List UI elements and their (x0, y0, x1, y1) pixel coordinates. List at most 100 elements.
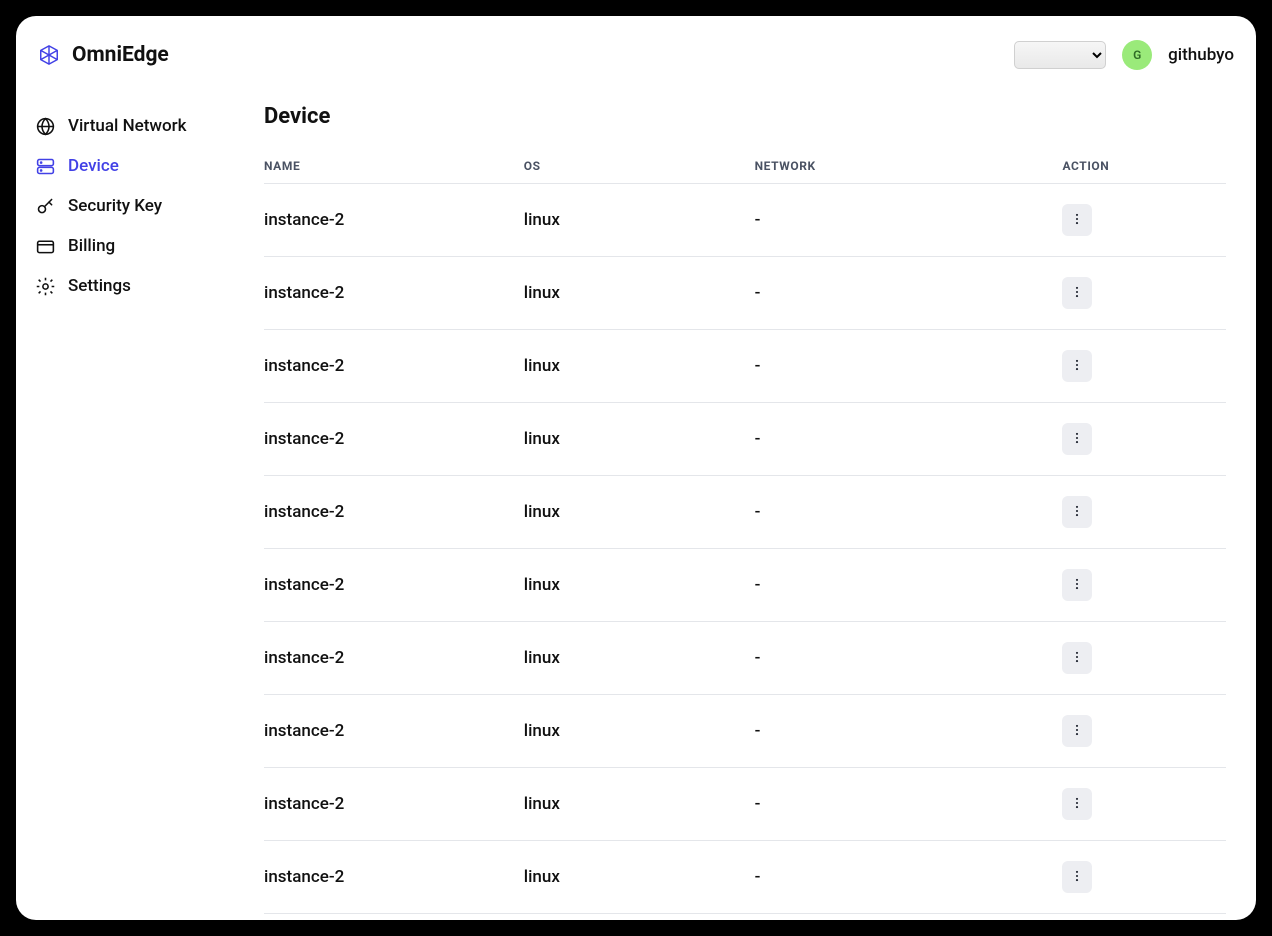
cell-os: linux (524, 257, 755, 330)
cell-action (1062, 768, 1226, 841)
cell-action (1062, 841, 1226, 914)
more-vertical-icon (1070, 796, 1084, 813)
more-vertical-icon (1070, 577, 1084, 594)
brand-name: OmniEdge (72, 43, 169, 67)
sidebar-item-virtual-network[interactable]: Virtual Network (34, 106, 230, 146)
cell-os: linux (524, 768, 755, 841)
cell-action (1062, 330, 1226, 403)
cell-action (1062, 549, 1226, 622)
server-icon (34, 155, 56, 177)
cell-os: linux (524, 403, 755, 476)
cell-action (1062, 622, 1226, 695)
username[interactable]: githubyo (1168, 45, 1234, 65)
globe-icon (34, 115, 56, 137)
cell-os: linux (524, 476, 755, 549)
row-menu-button[interactable] (1062, 861, 1092, 893)
cell-name: instance-2 (264, 841, 524, 914)
row-menu-button[interactable] (1062, 496, 1092, 528)
credit-card-icon (34, 235, 56, 257)
cell-name: instance-2 (264, 695, 524, 768)
cell-name: instance-2 (264, 768, 524, 841)
header: OmniEdge G githubyo (16, 16, 1256, 94)
row-menu-button[interactable] (1062, 423, 1092, 455)
sidebar-item-label: Device (68, 156, 119, 176)
cell-network: - (755, 622, 1063, 695)
cell-name: instance-2 (264, 549, 524, 622)
app-window: OmniEdge G githubyo Virtual Network (16, 16, 1256, 920)
sidebar: Virtual Network Device (16, 94, 248, 920)
more-vertical-icon (1070, 650, 1084, 667)
sidebar-item-label: Settings (68, 276, 131, 296)
main: Device NAME OS NETWORK ACTION instance-2… (248, 94, 1256, 920)
cell-name: instance-2 (264, 257, 524, 330)
table-row: instance-2linux- (264, 403, 1226, 476)
more-vertical-icon (1070, 504, 1084, 521)
cell-network: - (755, 549, 1063, 622)
cell-name: instance-2 (264, 476, 524, 549)
row-menu-button[interactable] (1062, 204, 1092, 236)
row-menu-button[interactable] (1062, 277, 1092, 309)
row-menu-button[interactable] (1062, 715, 1092, 747)
row-menu-button[interactable] (1062, 642, 1092, 674)
cell-action (1062, 695, 1226, 768)
table-row: instance-2linux- (264, 622, 1226, 695)
cell-os: linux (524, 549, 755, 622)
more-vertical-icon (1070, 358, 1084, 375)
avatar[interactable]: G (1122, 40, 1152, 70)
cell-action (1062, 403, 1226, 476)
more-vertical-icon (1070, 431, 1084, 448)
cell-network: - (755, 184, 1063, 257)
cell-os: linux (524, 841, 755, 914)
cell-network: - (755, 695, 1063, 768)
table-row: instance-2linux- (264, 768, 1226, 841)
sidebar-item-settings[interactable]: Settings (34, 266, 230, 306)
header-right: G githubyo (1014, 40, 1234, 70)
cell-network: - (755, 476, 1063, 549)
cell-network: - (755, 330, 1063, 403)
table-row: instance-2linux- (264, 841, 1226, 914)
row-menu-button[interactable] (1062, 788, 1092, 820)
more-vertical-icon (1070, 869, 1084, 886)
cell-os: linux (524, 695, 755, 768)
cell-network: - (755, 768, 1063, 841)
more-vertical-icon (1070, 723, 1084, 740)
sidebar-item-label: Billing (68, 236, 115, 256)
cell-name: instance-2 (264, 403, 524, 476)
gear-icon (34, 275, 56, 297)
page-title: Device (264, 104, 1226, 129)
key-icon (34, 195, 56, 217)
table-row: instance-2linux- (264, 476, 1226, 549)
sidebar-item-device[interactable]: Device (34, 146, 230, 186)
more-vertical-icon (1070, 212, 1084, 229)
brand[interactable]: OmniEdge (38, 43, 169, 67)
table-row: instance-2linux- (264, 330, 1226, 403)
sidebar-item-label: Virtual Network (68, 116, 187, 136)
locale-select[interactable] (1014, 41, 1106, 69)
table-row: instance-2linux- (264, 257, 1226, 330)
device-table: NAME OS NETWORK ACTION instance-2linux-i… (264, 149, 1226, 914)
column-header-network: NETWORK (755, 149, 1063, 184)
sidebar-item-security-key[interactable]: Security Key (34, 186, 230, 226)
cell-name: instance-2 (264, 184, 524, 257)
table-row: instance-2linux- (264, 549, 1226, 622)
cell-action (1062, 184, 1226, 257)
cell-action (1062, 257, 1226, 330)
cell-name: instance-2 (264, 330, 524, 403)
sidebar-item-billing[interactable]: Billing (34, 226, 230, 266)
column-header-name: NAME (264, 149, 524, 184)
cell-os: linux (524, 184, 755, 257)
column-header-os: OS (524, 149, 755, 184)
table-row: instance-2linux- (264, 695, 1226, 768)
cell-os: linux (524, 622, 755, 695)
sidebar-item-label: Security Key (68, 196, 162, 216)
cell-network: - (755, 257, 1063, 330)
more-vertical-icon (1070, 285, 1084, 302)
cell-os: linux (524, 330, 755, 403)
cell-action (1062, 476, 1226, 549)
body: Virtual Network Device (16, 94, 1256, 920)
cell-network: - (755, 403, 1063, 476)
row-menu-button[interactable] (1062, 569, 1092, 601)
device-table-wrap: NAME OS NETWORK ACTION instance-2linux-i… (264, 149, 1226, 914)
row-menu-button[interactable] (1062, 350, 1092, 382)
logo-icon (38, 44, 60, 66)
